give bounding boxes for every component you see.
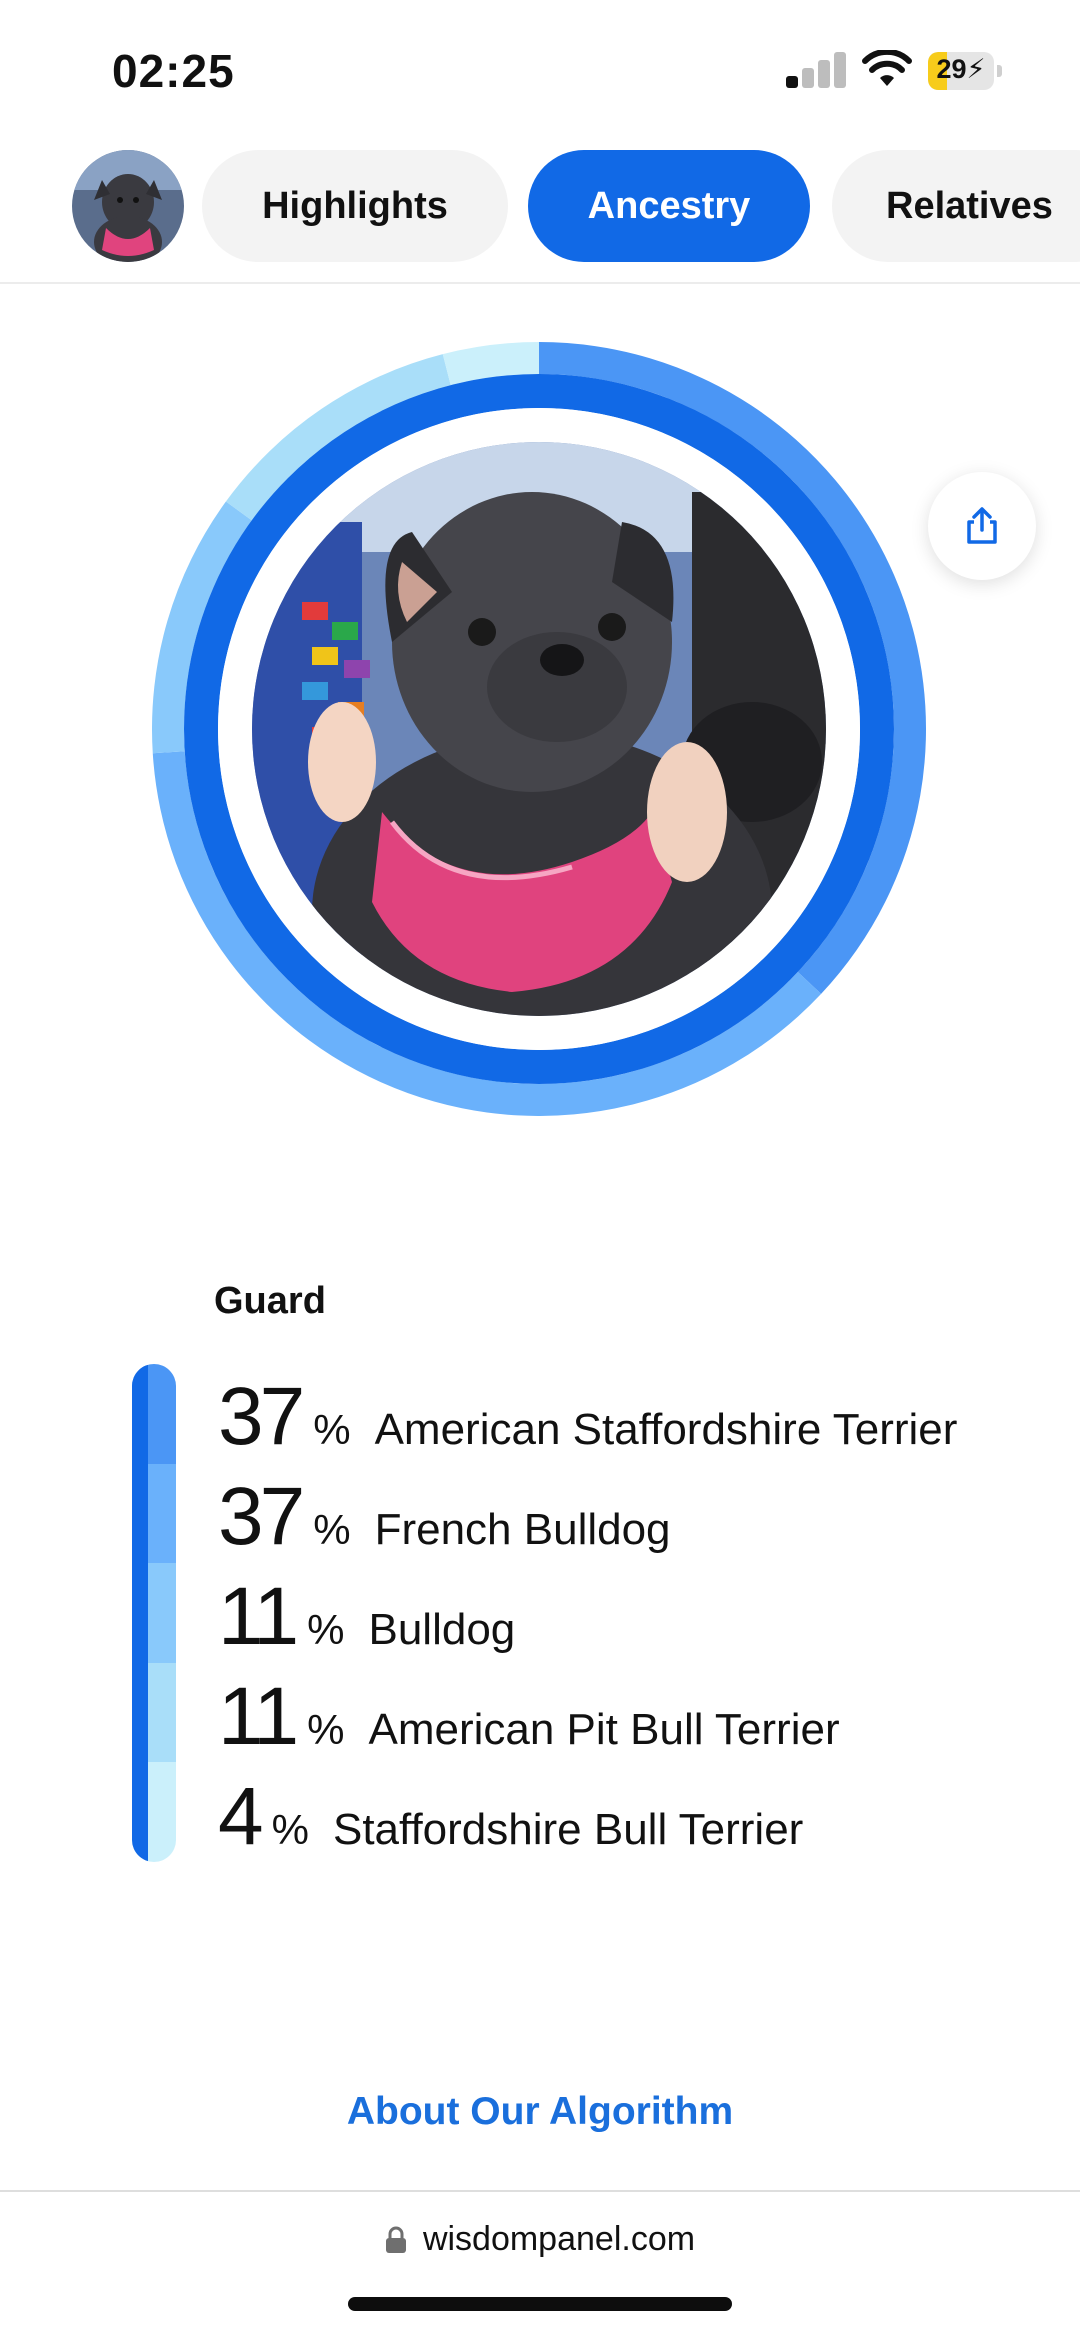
breed-percent: 37 <box>218 1471 305 1562</box>
tab-relatives[interactable]: Relatives <box>832 150 1080 262</box>
nav-divider <box>0 282 1080 284</box>
battery-icon: 29⚡ <box>928 52 1002 90</box>
breed-percent: 4 <box>218 1771 264 1862</box>
percent-symbol: % <box>307 1706 345 1753</box>
battery-level: 29 <box>936 54 967 84</box>
wifi-icon <box>862 50 912 86</box>
breed-row[interactable]: 37 % American Staffordshire Terrier <box>218 1370 957 1470</box>
page-url: wisdompanel.com <box>422 2220 696 2258</box>
share-button[interactable] <box>928 472 1036 580</box>
status-time: 02:25 <box>112 45 235 97</box>
home-indicator[interactable] <box>348 2297 732 2311</box>
breed-percent: 11 <box>218 1671 299 1762</box>
breed-row[interactable]: 37 % French Bulldog <box>218 1470 671 1570</box>
breed-group-label: Guard <box>214 1280 326 1322</box>
footer-divider <box>0 2190 1080 2192</box>
breed-name: Bulldog <box>368 1605 516 1654</box>
tab-ancestry[interactable]: Ancestry <box>528 150 810 262</box>
breed-row[interactable]: 11 % American Pit Bull Terrier <box>218 1670 840 1770</box>
breed-name: American Staffordshire Terrier <box>374 1405 958 1454</box>
address-bar[interactable]: wisdompanel.com <box>0 2220 1080 2259</box>
breed-name: French Bulldog <box>374 1505 671 1554</box>
about-algorithm-link[interactable]: About Our Algorithm <box>0 2090 1080 2134</box>
breed-percent: 37 <box>218 1371 305 1462</box>
percent-symbol: % <box>307 1606 345 1653</box>
bar-stripe <box>132 1364 148 1862</box>
ancestry-color-bar <box>132 1364 176 1862</box>
cellular-signal-icon <box>786 52 848 88</box>
breed-row[interactable]: 11 % Bulldog <box>218 1570 515 1670</box>
breed-name: Staffordshire Bull Terrier <box>332 1805 804 1854</box>
dog-avatar-icon[interactable] <box>72 150 184 262</box>
breed-percent: 11 <box>218 1571 299 1662</box>
percent-symbol: % <box>313 1506 351 1553</box>
breed-name: American Pit Bull Terrier <box>368 1705 840 1754</box>
lock-icon <box>385 2226 406 2253</box>
percent-symbol: % <box>313 1406 351 1453</box>
tab-highlights[interactable]: Highlights <box>202 150 508 262</box>
ancestry-ring-chart <box>152 342 926 1116</box>
share-icon <box>967 507 997 544</box>
percent-symbol: % <box>271 1806 309 1853</box>
breed-row[interactable]: 4 % Staffordshire Bull Terrier <box>218 1770 803 1870</box>
